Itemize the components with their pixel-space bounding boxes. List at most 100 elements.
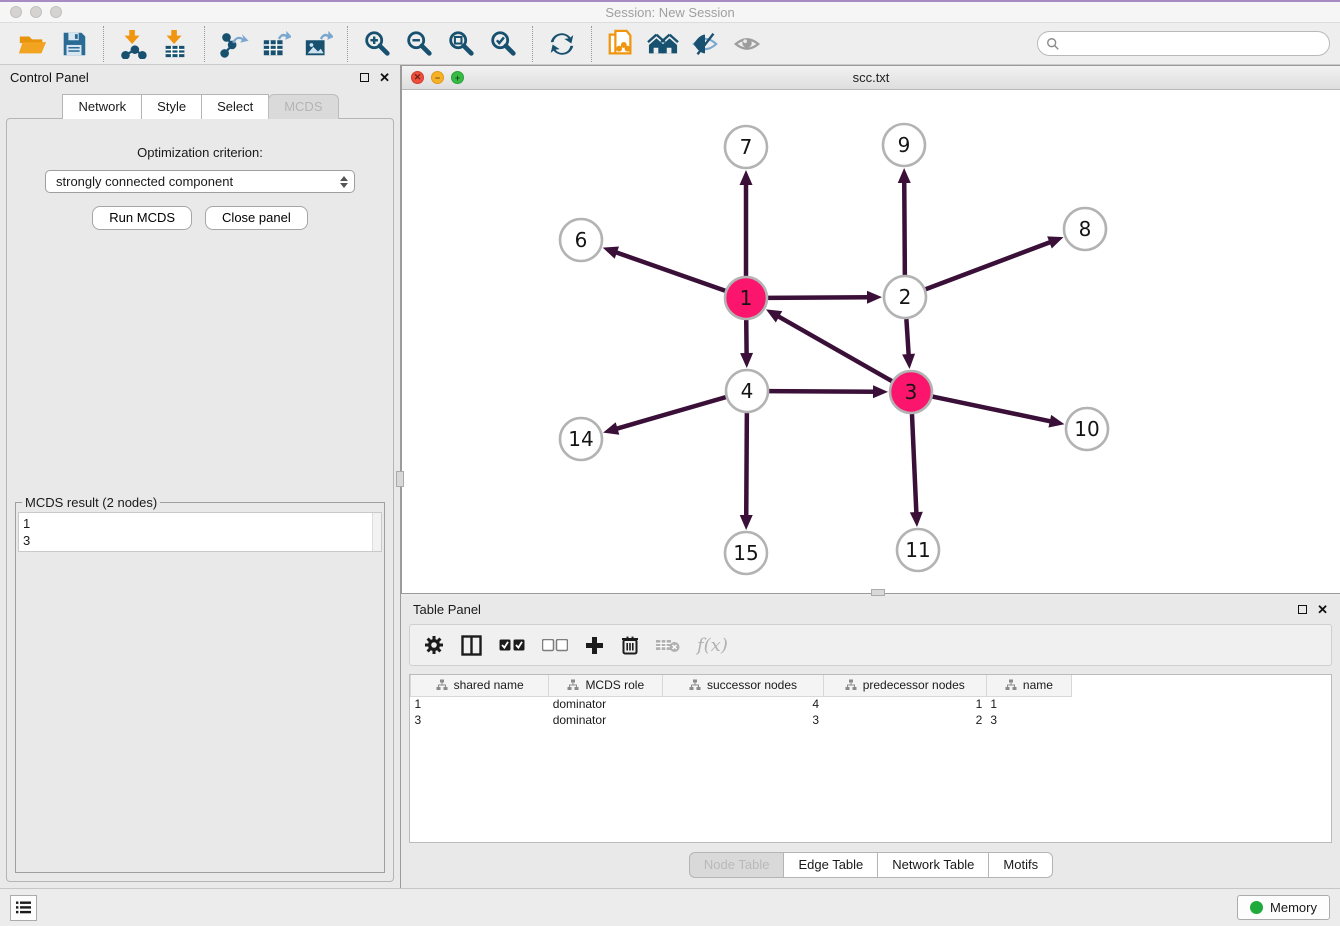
select-all-columns-icon[interactable] (499, 639, 525, 652)
table-cell[interactable]: 1 (823, 696, 986, 712)
graph-node-label-3: 3 (905, 380, 918, 404)
zoom-out-icon[interactable] (403, 28, 435, 60)
tab-select[interactable]: Select (201, 94, 269, 119)
graph-node-label-1: 1 (740, 286, 753, 310)
open-session-icon[interactable] (16, 28, 48, 60)
zoom-selected-icon[interactable] (487, 28, 519, 60)
table-cell[interactable]: 2 (823, 712, 986, 728)
delete-table-icon[interactable] (656, 637, 680, 653)
tab-style[interactable]: Style (141, 94, 202, 119)
network-window-title: scc.txt (402, 70, 1340, 85)
status-bar: Memory (0, 888, 1340, 926)
function-builder-icon[interactable]: f(x) (697, 635, 728, 656)
column-header-MCDS-role[interactable]: MCDS role (549, 675, 663, 696)
network-minimize-icon[interactable]: − (431, 71, 444, 84)
memory-label: Memory (1270, 900, 1317, 915)
graph-edge-4-3[interactable] (769, 391, 876, 392)
duplicate-network-icon[interactable] (605, 28, 637, 60)
table-settings-icon[interactable] (424, 635, 444, 655)
panel-splitter-grip[interactable] (396, 471, 404, 487)
graph-edge-3-10[interactable] (933, 397, 1053, 422)
close-table-panel-icon[interactable]: ✕ (1317, 605, 1328, 614)
table-cell[interactable]: 3 (663, 712, 823, 728)
search-input[interactable] (1065, 36, 1321, 51)
graph-edge-3-11[interactable] (912, 414, 916, 515)
result-scrollbar[interactable] (372, 513, 381, 551)
table-row[interactable]: 1dominator411 (411, 696, 1072, 712)
hide-selected-icon[interactable] (689, 28, 721, 60)
tab-network[interactable]: Network (62, 94, 142, 119)
zoom-fit-icon[interactable] (445, 28, 477, 60)
graph-edge-2-9[interactable] (904, 180, 905, 275)
unselect-all-columns-icon[interactable] (542, 639, 568, 652)
graph-edge-arrowhead (603, 422, 619, 434)
search-field[interactable] (1037, 31, 1330, 56)
first-neighbors-icon[interactable] (647, 28, 679, 60)
table-row[interactable]: 3dominator323 (411, 712, 1072, 728)
memory-button[interactable]: Memory (1237, 895, 1330, 920)
tab-mcds[interactable]: MCDS (268, 94, 338, 119)
run-mcds-button[interactable]: Run MCDS (92, 206, 192, 230)
column-header-predecessor-nodes[interactable]: predecessor nodes (823, 675, 986, 696)
tab-motifs[interactable]: Motifs (988, 852, 1053, 878)
node-table[interactable]: shared nameMCDS rolesuccessor nodesprede… (409, 674, 1332, 843)
graph-node-label-9: 9 (898, 133, 911, 157)
select-stepper-icon (340, 176, 348, 188)
memory-status-icon (1250, 901, 1263, 914)
column-header-successor-nodes[interactable]: successor nodes (663, 675, 823, 696)
export-table-icon[interactable] (260, 28, 292, 60)
graph-node-label-6: 6 (575, 228, 588, 252)
table-cell[interactable]: dominator (549, 696, 663, 712)
zoom-in-icon[interactable] (361, 28, 393, 60)
graph-edge-3-1[interactable] (776, 315, 891, 381)
show-all-icon[interactable] (731, 28, 763, 60)
float-table-panel-icon[interactable] (1298, 605, 1307, 614)
delete-columns-icon[interactable] (621, 635, 639, 655)
control-panel-title: Control Panel (10, 70, 89, 85)
graph-edge-1-6[interactable] (614, 252, 725, 291)
tab-network-table[interactable]: Network Table (877, 852, 989, 878)
network-window-titlebar[interactable]: ✕ − + scc.txt (402, 66, 1340, 90)
table-cell[interactable]: 3 (411, 712, 549, 728)
export-network-icon[interactable] (218, 28, 250, 60)
import-table-icon[interactable] (159, 28, 191, 60)
close-panel-icon[interactable]: ✕ (379, 73, 390, 82)
graph-edge-1-2[interactable] (768, 297, 870, 298)
splitter-grip[interactable] (871, 589, 885, 596)
refresh-icon[interactable] (546, 28, 578, 60)
panel-mode-icon[interactable] (461, 635, 482, 656)
graph-node-label-8: 8 (1079, 217, 1092, 241)
graph-edge-4-15[interactable] (746, 413, 747, 518)
graph-edge-arrowhead (873, 385, 888, 398)
column-type-icon (567, 679, 579, 691)
horizontal-splitter[interactable] (401, 594, 1340, 596)
mcds-result-area[interactable]: 1 3 (18, 512, 382, 552)
column-type-icon (436, 679, 448, 691)
import-network-icon[interactable] (117, 28, 149, 60)
graph-edge-2-3[interactable] (906, 319, 908, 357)
export-image-icon[interactable] (302, 28, 334, 60)
float-panel-icon[interactable] (360, 73, 369, 82)
column-header-name[interactable]: name (986, 675, 1071, 696)
tab-node-table[interactable]: Node Table (689, 852, 785, 878)
graph-edge-2-8[interactable] (926, 241, 1053, 289)
column-header-shared-name[interactable]: shared name (411, 675, 549, 696)
graph-edge-arrowhead (1047, 236, 1063, 248)
table-cell[interactable]: 4 (663, 696, 823, 712)
table-tabs: Node TableEdge TableNetwork TableMotifs (401, 843, 1340, 888)
table-cell[interactable]: 1 (411, 696, 549, 712)
table-cell[interactable]: 1 (986, 696, 1071, 712)
task-history-button[interactable] (10, 895, 37, 921)
tab-edge-table[interactable]: Edge Table (783, 852, 878, 878)
main-toolbar (0, 22, 1340, 65)
table-cell[interactable]: 3 (986, 712, 1071, 728)
network-canvas[interactable]: 7968124310141511 (402, 90, 1340, 593)
graph-edge-4-14[interactable] (615, 397, 726, 429)
close-panel-button[interactable]: Close panel (205, 206, 308, 230)
table-cell[interactable]: dominator (549, 712, 663, 728)
add-column-icon[interactable] (585, 636, 604, 655)
save-session-icon[interactable] (58, 28, 90, 60)
network-close-icon[interactable]: ✕ (411, 71, 424, 84)
network-maximize-icon[interactable]: + (451, 71, 464, 84)
criterion-select[interactable]: strongly connected component (45, 170, 355, 193)
